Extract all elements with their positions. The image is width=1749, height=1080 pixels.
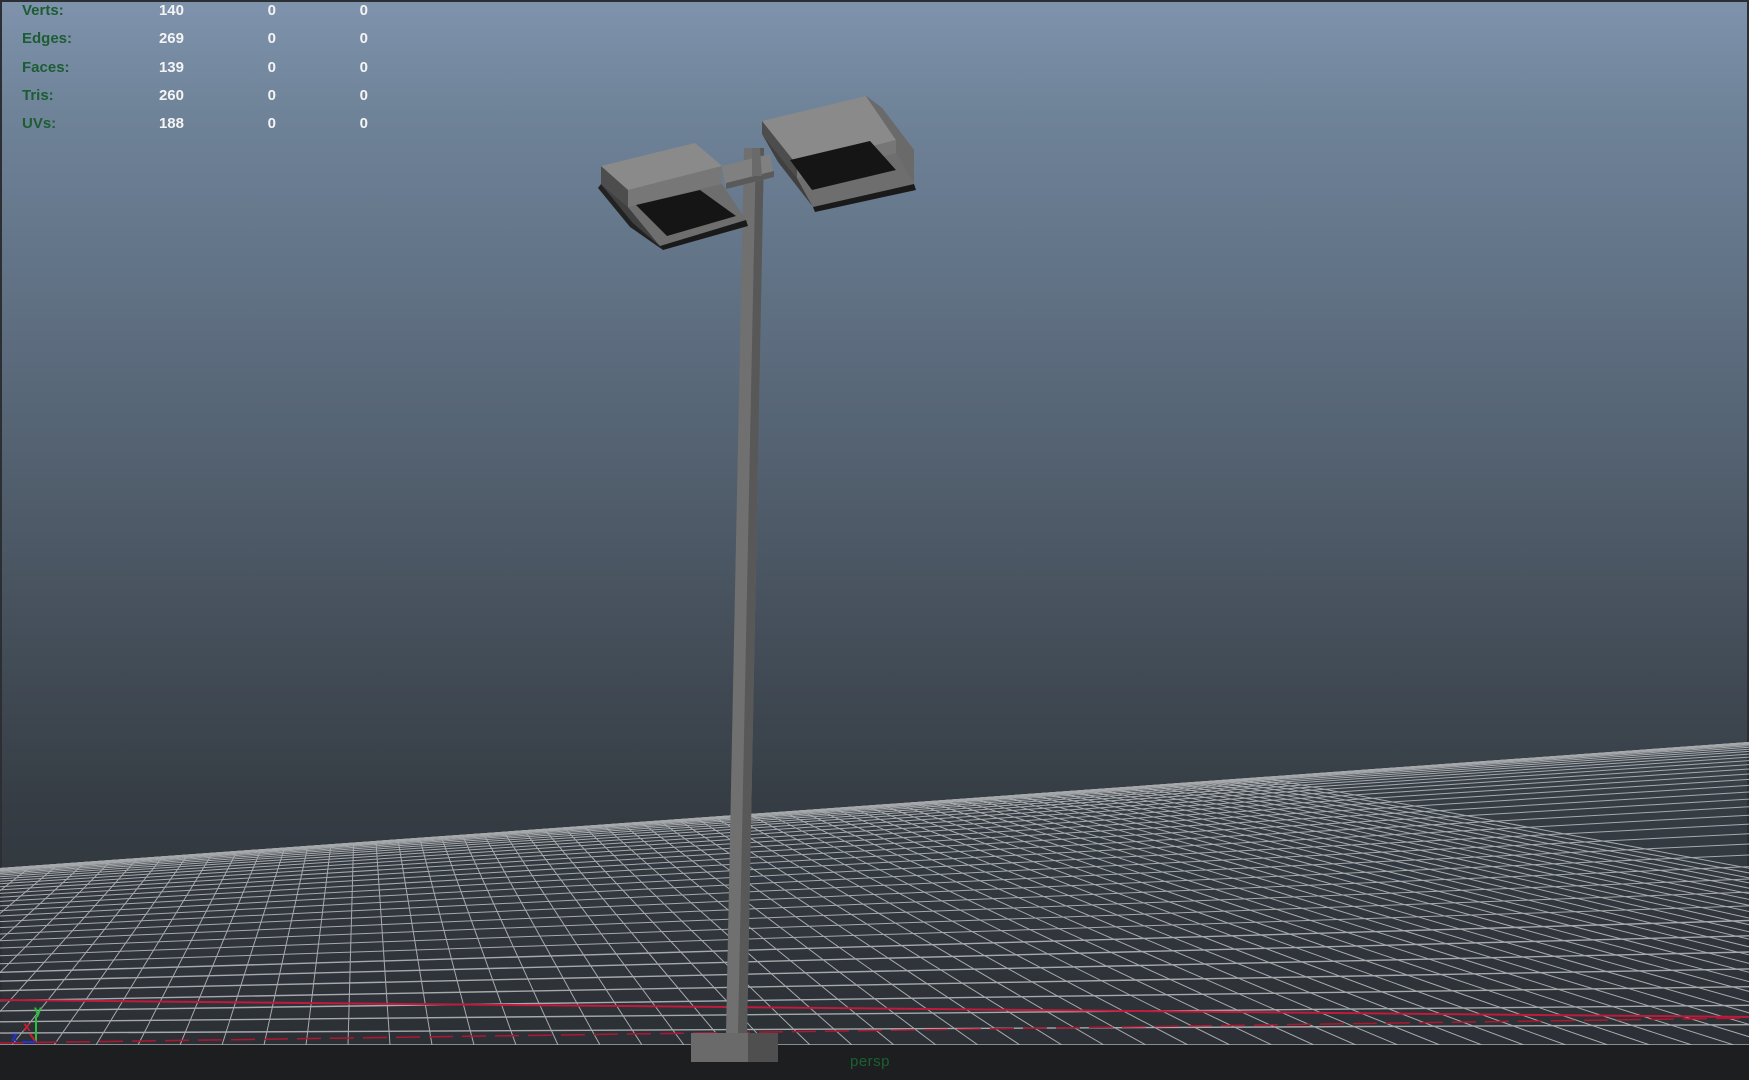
- grid-line: [735, 742, 1749, 1045]
- grid-line: [372, 742, 433, 1045]
- grid-line: [523, 742, 1273, 1045]
- hud-value: 140: [158, 2, 184, 19]
- grid-line: [387, 742, 517, 1045]
- grid-line: [417, 742, 685, 1045]
- grid-line: [539, 742, 1357, 1045]
- grid-line: [470, 742, 979, 1045]
- street-lamp-model[interactable]: [598, 96, 916, 1062]
- hud-value: 0: [359, 2, 368, 19]
- hud-label: Faces:: [22, 58, 70, 76]
- maya-perspective-viewport[interactable]: Verts: 140 0 0 Edges: 269 0 0 Faces: 139…: [0, 0, 1749, 1080]
- hud-value: 0: [267, 115, 276, 133]
- hud-value: 0: [359, 30, 368, 48]
- hud-row-uvs: UVs: 188 0 0: [22, 113, 402, 141]
- view-axis-gizmo: y x z: [8, 1002, 48, 1046]
- scene-canvas[interactable]: [0, 0, 1749, 1080]
- z-axis-label: z: [11, 1028, 18, 1044]
- grid-line: [682, 742, 1749, 1045]
- z-axis-line: [0, 1017, 1749, 1044]
- grid-line: [728, 742, 1749, 1045]
- hud-value: 0: [359, 115, 368, 133]
- grid-line: [263, 742, 344, 1045]
- y-axis-label: y: [34, 1002, 42, 1018]
- grid-line: [137, 742, 321, 1045]
- hud-value: 0: [267, 2, 276, 19]
- hud-value: 188: [158, 115, 184, 133]
- hud-value: 0: [359, 86, 368, 104]
- grid-line: [569, 742, 1525, 1045]
- hud-value: 0: [267, 86, 276, 104]
- grid-line: [599, 742, 1693, 1045]
- hud-label: Tris:: [22, 86, 54, 104]
- camera-name-label: persp: [849, 1053, 891, 1070]
- hud-row-verts: Verts: 140 0 0: [22, 0, 402, 28]
- hud-value: 0: [267, 30, 276, 48]
- grid-line: [95, 742, 313, 1045]
- hud-value: 0: [359, 58, 368, 76]
- world-axis-lines: [0, 999, 1749, 1044]
- grid-line: [347, 742, 359, 1045]
- grid-line: [652, 742, 1749, 1045]
- grid-line: [667, 742, 1749, 1045]
- poly-count-hud: Verts: 140 0 0 Edges: 269 0 0 Faces: 139…: [22, 0, 402, 141]
- grid-line: [0, 748, 1749, 873]
- hud-value: 139: [158, 58, 184, 76]
- lamp-base-side: [748, 1033, 778, 1062]
- grid-line: [486, 742, 1063, 1045]
- grid-line: [720, 742, 1749, 1045]
- grid-line: [516, 742, 1231, 1045]
- hud-row-faces: Faces: 139 0 0: [22, 57, 402, 85]
- grid-line: [493, 742, 1105, 1045]
- right-lamp-head: [762, 96, 916, 212]
- hud-value: 0: [267, 58, 276, 76]
- x-axis-label: x: [23, 1018, 31, 1034]
- grid-line: [750, 742, 1749, 1045]
- left-lamp-head: [598, 143, 748, 250]
- grid-line: [675, 742, 1749, 1045]
- hud-label: UVs:: [22, 115, 57, 133]
- hud-value: 260: [158, 86, 184, 104]
- ground-grid: [0, 742, 1749, 1045]
- hud-row-edges: Edges: 269 0 0: [22, 28, 402, 56]
- hud-value: 269: [158, 30, 184, 48]
- hud-label: Verts:: [22, 2, 64, 19]
- grid-line: [614, 742, 1749, 1045]
- grid-line: [380, 742, 475, 1045]
- hud-label: Edges:: [22, 30, 73, 48]
- hud-row-tris: Tris: 260 0 0: [22, 85, 402, 113]
